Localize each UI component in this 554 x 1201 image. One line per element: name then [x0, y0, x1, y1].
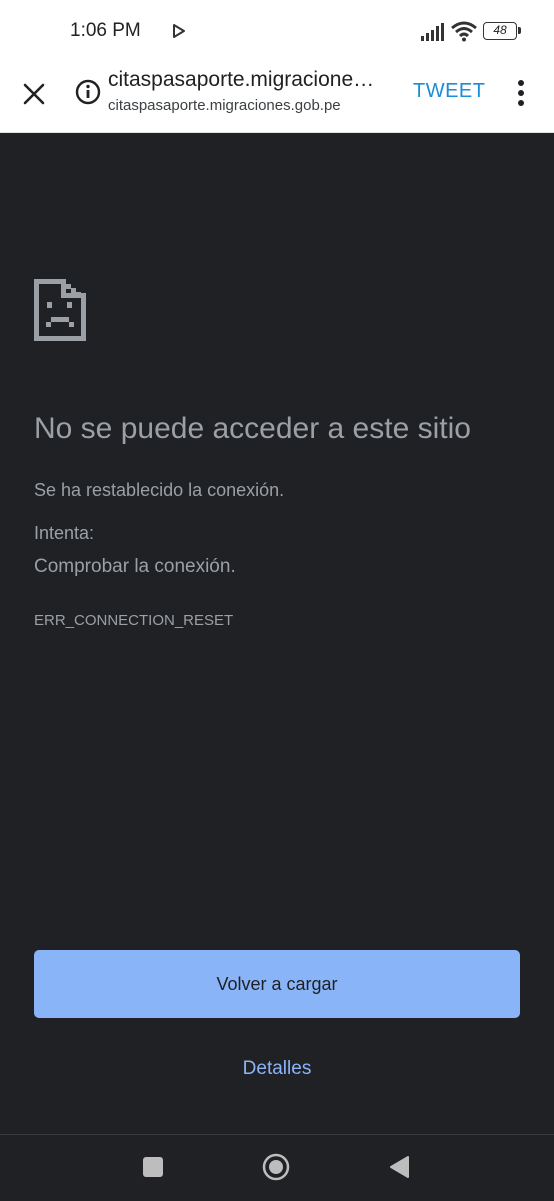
triangle-back-icon[interactable] — [388, 1155, 410, 1179]
battery-icon: 48 — [483, 22, 521, 40]
signal-icon — [421, 23, 444, 41]
sad-page-icon — [34, 279, 86, 341]
try-label: Intenta: — [34, 523, 95, 543]
status-bar: 1:06 PM 48 — [0, 0, 554, 64]
tweet-button[interactable]: TWEET — [413, 80, 486, 103]
play-icon — [173, 24, 185, 38]
navigation-bar — [0, 1134, 554, 1201]
error-description: Se ha restablecido la conexión. — [34, 480, 285, 500]
circle-icon[interactable] — [262, 1153, 290, 1181]
details-button[interactable]: Detalles — [0, 1058, 554, 1080]
page-title[interactable]: citaspasaporte.migracione… — [108, 68, 398, 92]
square-icon[interactable] — [143, 1157, 163, 1177]
status-time: 1:06 PM — [70, 20, 141, 41]
close-button[interactable] — [14, 74, 54, 114]
info-icon[interactable] — [74, 78, 102, 106]
suggestion-item: Comprobar la conexión. — [34, 556, 236, 577]
page-url[interactable]: citaspasaporte.migraciones.gob.pe — [108, 97, 398, 114]
more-vert-icon[interactable] — [508, 76, 534, 112]
custom-tab-toolbar: citaspasaporte.migracione… citaspasaport… — [0, 64, 554, 133]
error-code: ERR_CONNECTION_RESET — [34, 612, 234, 629]
wifi-icon — [451, 21, 477, 42]
close-icon — [23, 83, 45, 105]
error-heading: No se puede acceder a este sitio — [34, 412, 471, 445]
reload-button[interactable]: Volver a cargar — [34, 950, 520, 1018]
